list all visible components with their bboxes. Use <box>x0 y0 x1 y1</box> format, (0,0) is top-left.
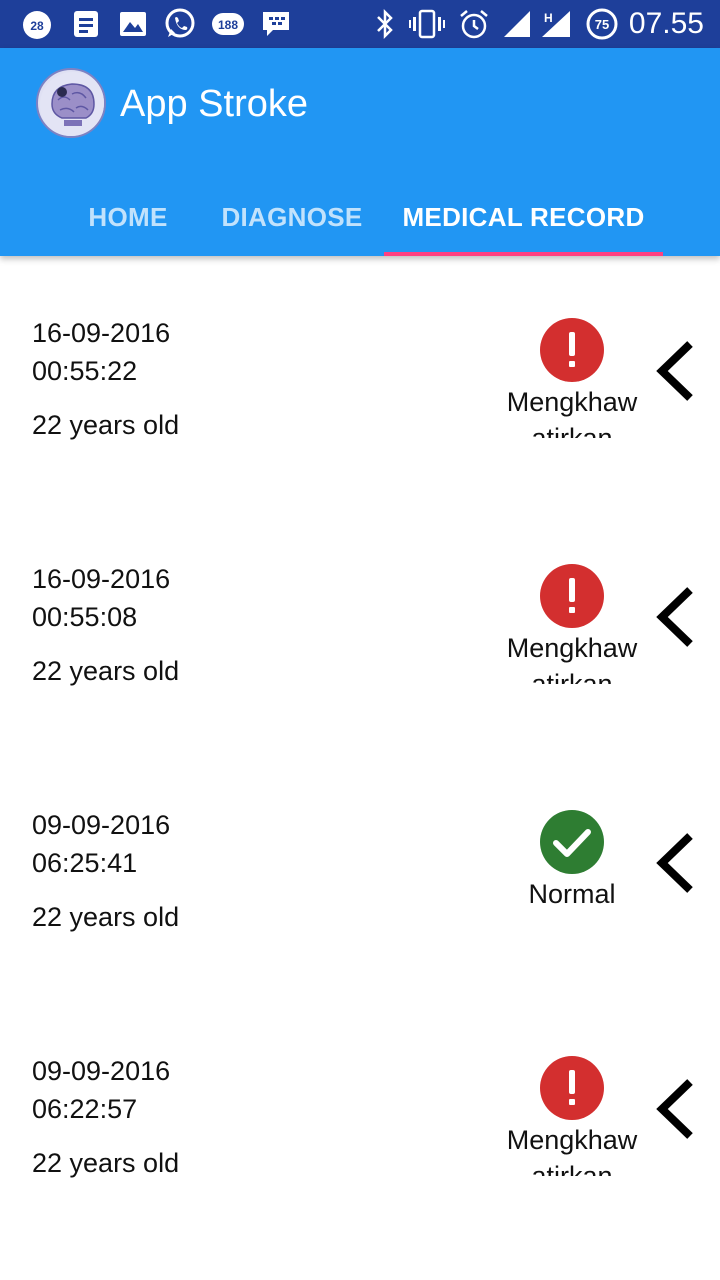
badge-188-icon: 188 <box>210 8 246 40</box>
chevron-left-icon[interactable] <box>652 1076 700 1142</box>
record-time: 00:55:22 <box>32 356 138 386</box>
record-item[interactable]: 09-09-2016 06:22:57 22 years old Mengkha… <box>0 994 720 1240</box>
status-bar: 28 188 H 75 07.55 <box>0 0 720 48</box>
app-title: App Stroke <box>120 83 308 125</box>
exclamation-icon <box>540 1056 604 1120</box>
record-time: 06:25:41 <box>32 848 138 878</box>
record-age: 22 years old <box>32 902 180 932</box>
tab-home[interactable]: HOME <box>52 178 204 256</box>
record-age: 22 years old <box>32 656 180 686</box>
bluetooth-icon <box>372 8 398 40</box>
signal-icon <box>502 8 532 40</box>
record-age: 22 years old <box>32 410 180 440</box>
chevron-left-icon[interactable] <box>652 338 700 404</box>
signal-h-icon: H <box>536 8 572 40</box>
record-status: Mengkhawatirkan <box>506 387 638 438</box>
vibrate-icon <box>408 8 446 40</box>
brain-logo-icon <box>36 68 106 138</box>
record-item[interactable]: 16-09-2016 00:55:08 22 years old Mengkha… <box>0 502 720 748</box>
record-age: 22 years old <box>32 1148 180 1178</box>
chevron-left-icon[interactable] <box>652 584 700 650</box>
bbm-icon <box>260 8 292 40</box>
document-icon <box>72 8 100 40</box>
notification-badge-icon: 28 <box>20 8 54 40</box>
exclamation-icon <box>540 564 604 628</box>
record-time: 00:55:08 <box>32 602 138 632</box>
notification-count-a: 28 <box>30 19 44 33</box>
record-date: 16-09-2016 <box>32 564 171 594</box>
record-date: 16-09-2016 <box>32 318 171 348</box>
record-item[interactable]: 16-09-2016 00:55:22 22 years old Mengkha… <box>0 256 720 502</box>
chevron-left-icon[interactable] <box>652 830 700 896</box>
battery-icon: 75 <box>584 8 620 40</box>
record-time: 06:22:57 <box>32 1094 138 1124</box>
whatsapp-icon <box>162 8 198 40</box>
battery-level: 75 <box>595 17 609 32</box>
app-bar: App Stroke HOME DIAGNOSE MEDICAL RECORD <box>0 48 720 256</box>
notification-count-b: 188 <box>218 18 238 32</box>
tab-medical-record[interactable]: MEDICAL RECORD <box>384 178 663 256</box>
record-date: 09-09-2016 <box>32 1056 171 1086</box>
record-status: Mengkhawatirkan <box>506 1125 638 1176</box>
record-status: Normal <box>528 879 616 909</box>
exclamation-icon <box>540 318 604 382</box>
checkmark-icon <box>540 810 604 874</box>
image-icon <box>118 8 148 40</box>
alarm-icon <box>458 8 490 40</box>
record-item[interactable]: 09-09-2016 06:25:41 22 years old Normal <box>0 748 720 994</box>
status-time: 07.55 <box>628 7 704 40</box>
medical-record-list[interactable]: 16-09-2016 00:55:22 22 years old Mengkha… <box>0 256 720 1280</box>
record-date: 09-09-2016 <box>32 810 171 840</box>
network-type: H <box>544 11 553 25</box>
tab-bar: HOME DIAGNOSE MEDICAL RECORD <box>0 178 720 256</box>
tab-diagnose[interactable]: DIAGNOSE <box>212 178 372 256</box>
record-status: Mengkhawatirkan <box>506 633 638 684</box>
